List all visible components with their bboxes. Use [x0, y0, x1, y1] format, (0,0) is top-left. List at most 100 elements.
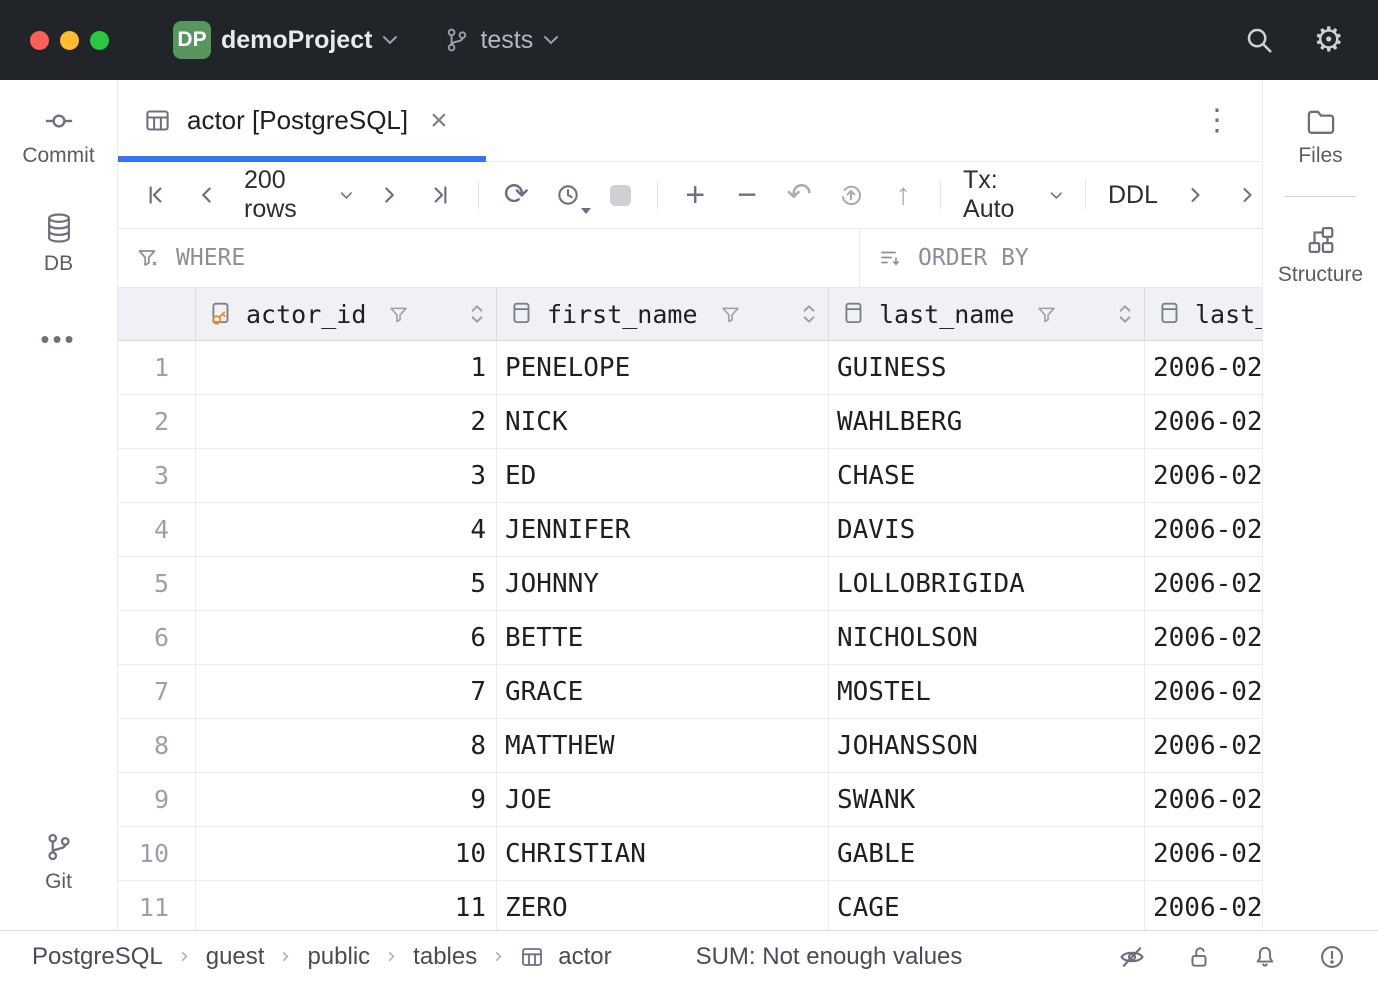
cell-last-name[interactable]: MOSTEL [829, 665, 1145, 718]
cell-actor-id[interactable]: 5 [196, 557, 497, 610]
ddl-button[interactable]: DDL [1108, 181, 1158, 210]
project-widget[interactable]: DP demoProject [173, 21, 398, 59]
breadcrumb-item[interactable]: public [307, 943, 370, 971]
sort-toggle-icon[interactable] [470, 303, 484, 325]
column-filter-icon[interactable] [720, 304, 741, 325]
row-number[interactable]: 2 [118, 395, 196, 448]
breadcrumb-item[interactable]: PostgreSQL [32, 943, 163, 971]
cell-actor-id[interactable]: 7 [196, 665, 497, 718]
cell-first-name[interactable]: NICK [497, 395, 829, 448]
cell-last-name[interactable]: GUINESS [829, 341, 1145, 394]
tab-close-icon[interactable]: × [430, 106, 448, 136]
query-history-icon[interactable] [553, 178, 583, 212]
column-header-last-update[interactable]: last_update [1145, 288, 1262, 340]
row-number[interactable]: 8 [118, 719, 196, 772]
cell-actor-id[interactable]: 1 [196, 341, 497, 394]
zoom-window-button[interactable] [90, 31, 109, 50]
cell-first-name[interactable]: JENNIFER [497, 503, 829, 556]
commit-push-icon[interactable]: ↑ [888, 178, 918, 212]
column-header-actor-id[interactable]: actor_id [196, 288, 497, 340]
cell-last-name[interactable]: CAGE [829, 881, 1145, 930]
cell-last-update[interactable]: 2006-02 [1145, 665, 1262, 718]
cell-last-name[interactable]: CHASE [829, 449, 1145, 502]
breadcrumb-item[interactable]: actor [558, 943, 611, 971]
table-row[interactable]: 99JOESWANK2006-02 [118, 773, 1262, 827]
row-number[interactable]: 4 [118, 503, 196, 556]
cell-last-name[interactable]: JOHANSSON [829, 719, 1145, 772]
column-header-first-name[interactable]: first_name [497, 288, 829, 340]
cell-last-name[interactable]: NICHOLSON [829, 611, 1145, 664]
tx-mode-dropdown[interactable]: Tx: Auto [963, 166, 1063, 224]
cell-first-name[interactable]: CHRISTIAN [497, 827, 829, 880]
order-by-input[interactable]: ORDER BY [860, 229, 1262, 287]
table-row[interactable]: 11PENELOPEGUINESS2006-02 [118, 341, 1262, 395]
add-row-icon[interactable]: + [680, 178, 710, 212]
tool-window-commit[interactable]: Commit [0, 106, 117, 168]
cell-last-update[interactable]: 2006-02 [1145, 881, 1262, 930]
close-window-button[interactable] [30, 31, 49, 50]
more-tool-windows-icon[interactable]: ••• [0, 324, 117, 355]
row-number[interactable]: 1 [118, 341, 196, 394]
cell-actor-id[interactable]: 9 [196, 773, 497, 826]
unlocked-padlock-icon[interactable] [1186, 944, 1212, 970]
last-page-icon[interactable] [426, 178, 456, 212]
cell-first-name[interactable]: BETTE [497, 611, 829, 664]
table-row[interactable]: 33EDCHASE2006-02 [118, 449, 1262, 503]
table-row[interactable]: 1010CHRISTIANGABLE2006-02 [118, 827, 1262, 881]
row-number[interactable]: 5 [118, 557, 196, 610]
submit-changes-icon[interactable] [836, 178, 866, 212]
tab-actor-postgresql[interactable]: actor [PostgreSQL] × [118, 80, 486, 161]
cell-last-update[interactable]: 2006-02 [1145, 827, 1262, 880]
branch-widget[interactable]: tests [444, 26, 559, 55]
cell-first-name[interactable]: ED [497, 449, 829, 502]
table-row[interactable]: 55JOHNNYLOLLOBRIGIDA2006-02 [118, 557, 1262, 611]
row-number[interactable]: 6 [118, 611, 196, 664]
cell-first-name[interactable]: PENELOPE [497, 341, 829, 394]
sort-toggle-icon[interactable] [1118, 303, 1132, 325]
row-number[interactable]: 11 [118, 881, 196, 930]
cell-last-update[interactable]: 2006-02 [1145, 611, 1262, 664]
error-indicator-icon[interactable] [1318, 943, 1346, 971]
tool-window-files[interactable]: Files [1263, 108, 1378, 168]
breadcrumb-item[interactable]: guest [206, 943, 265, 971]
table-row[interactable]: 77GRACEMOSTEL2006-02 [118, 665, 1262, 719]
row-number[interactable]: 7 [118, 665, 196, 718]
cell-last-update[interactable]: 2006-02 [1145, 557, 1262, 610]
tool-window-db[interactable]: DB [0, 212, 117, 276]
minimize-window-button[interactable] [60, 31, 79, 50]
cell-actor-id[interactable]: 11 [196, 881, 497, 930]
goto-chevron-icon[interactable] [1180, 178, 1210, 212]
column-filter-icon[interactable] [1036, 304, 1057, 325]
where-filter-input[interactable]: WHERE [118, 229, 860, 287]
goto-chevron-icon[interactable] [1232, 178, 1262, 212]
search-icon[interactable] [1244, 25, 1274, 55]
cell-last-update[interactable]: 2006-02 [1145, 503, 1262, 556]
aggregate-status[interactable]: SUM: Not enough values [696, 943, 963, 971]
cell-first-name[interactable]: GRACE [497, 665, 829, 718]
sort-toggle-icon[interactable] [802, 303, 816, 325]
cell-actor-id[interactable]: 10 [196, 827, 497, 880]
table-row[interactable]: 1111ZEROCAGE2006-02 [118, 881, 1262, 930]
row-number-header[interactable] [118, 288, 196, 340]
cell-actor-id[interactable]: 4 [196, 503, 497, 556]
tab-options-kebab-icon[interactable]: ⋮ [1202, 103, 1262, 138]
cell-first-name[interactable]: ZERO [497, 881, 829, 930]
cell-actor-id[interactable]: 6 [196, 611, 497, 664]
cell-last-name[interactable]: DAVIS [829, 503, 1145, 556]
notifications-bell-icon[interactable] [1252, 944, 1278, 970]
next-page-icon[interactable] [374, 178, 404, 212]
refresh-icon[interactable]: ⟳ [501, 178, 531, 212]
cell-actor-id[interactable]: 8 [196, 719, 497, 772]
revert-icon[interactable]: ↶ [784, 178, 814, 212]
first-page-icon[interactable] [140, 178, 170, 212]
cell-last-name[interactable]: GABLE [829, 827, 1145, 880]
cell-last-name[interactable]: SWANK [829, 773, 1145, 826]
table-row[interactable]: 44JENNIFERDAVIS2006-02 [118, 503, 1262, 557]
breadcrumb-item[interactable]: tables [413, 943, 477, 971]
column-filter-icon[interactable] [388, 304, 409, 325]
cell-first-name[interactable]: JOHNNY [497, 557, 829, 610]
cell-first-name[interactable]: MATTHEW [497, 719, 829, 772]
delete-row-icon[interactable]: − [732, 178, 762, 212]
cell-actor-id[interactable]: 2 [196, 395, 497, 448]
cell-last-update[interactable]: 2006-02 [1145, 341, 1262, 394]
